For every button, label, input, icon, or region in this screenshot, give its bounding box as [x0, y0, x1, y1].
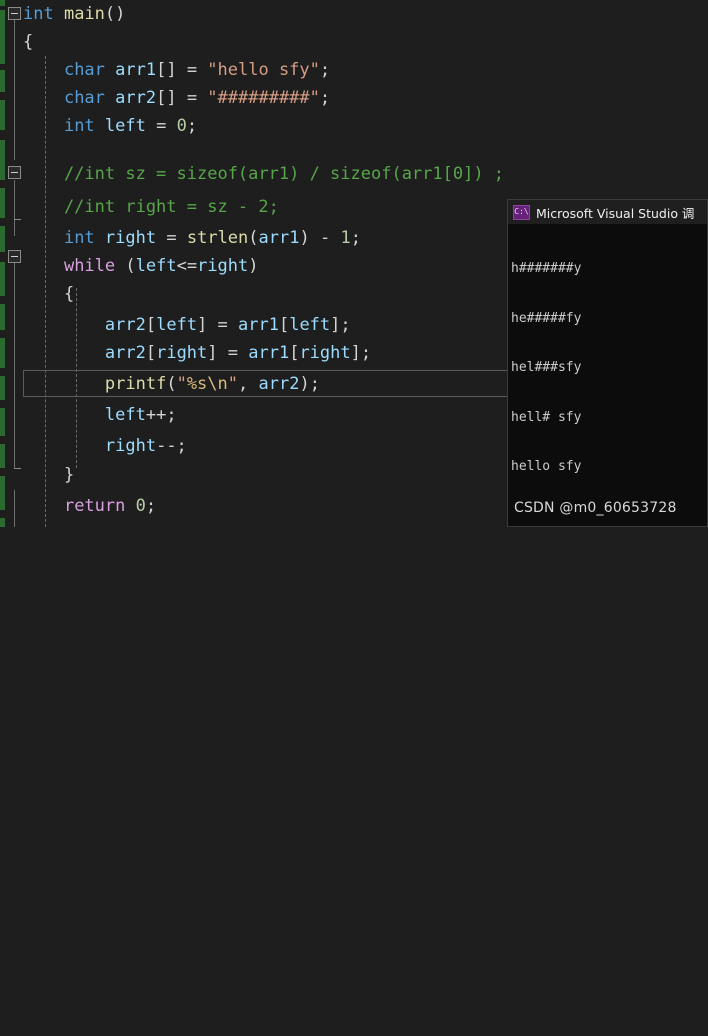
code-line-7: //int right = sz - 2; [23, 197, 279, 217]
console-title-bar[interactable]: C:\ Microsoft Visual Studio 调 [508, 200, 707, 224]
csdn-watermark: CSDN @m0_60653728 [514, 500, 677, 516]
vs-code-editor-screenshot: int main() { char arr1[] = "hello sfy"; … [0, 0, 708, 527]
console-output-line: h#######y [511, 261, 582, 276]
collapse-toggle-comment[interactable] [8, 166, 21, 179]
code-line-2: { [23, 32, 34, 52]
code-line-12: arr2[right] = arr1[right]; [104, 343, 372, 363]
code-line-3: char arr1[] = "hello sfy"; [63, 60, 331, 80]
code-line-11: arr2[left] = arr1[left]; [104, 315, 351, 335]
collapse-toggle-while[interactable] [8, 250, 21, 263]
code-line-13: printf("%s\n", arr2); [104, 374, 320, 394]
code-line-17: return 0; [63, 496, 157, 516]
console-output-line: he#####fy [511, 310, 582, 326]
code-line-10: { [63, 284, 75, 304]
code-line-14: left++; [104, 405, 177, 425]
collapse-toggle-main[interactable] [8, 7, 21, 20]
code-line-8: int right = strlen(arr1) - 1; [63, 228, 361, 248]
code-line-4: char arr2[] = "#########"; [63, 88, 331, 108]
code-line-6: //int sz = sizeof(arr1) / sizeof(arr1[0]… [23, 164, 505, 184]
console-output: h#######y he#####fy hel###sfy hell# sfy … [508, 224, 707, 526]
debug-console-window[interactable]: C:\ Microsoft Visual Studio 调 h#######y … [507, 199, 708, 527]
code-line-16: } [63, 465, 75, 485]
console-window-icon: C:\ [513, 204, 530, 220]
code-line-1: int main() [23, 4, 126, 24]
console-title-text: Microsoft Visual Studio 调 [536, 205, 695, 221]
code-line-9: while (left<=right) [63, 256, 259, 276]
console-output-line: hell# sfy [511, 409, 582, 425]
code-line-5: int left = 0; [63, 116, 198, 136]
console-output-line: hel###sfy [511, 360, 582, 375]
code-line-15: right--; [104, 436, 187, 456]
outlining-margin[interactable] [5, 0, 23, 527]
console-output-line: hello sfy [511, 459, 582, 474]
